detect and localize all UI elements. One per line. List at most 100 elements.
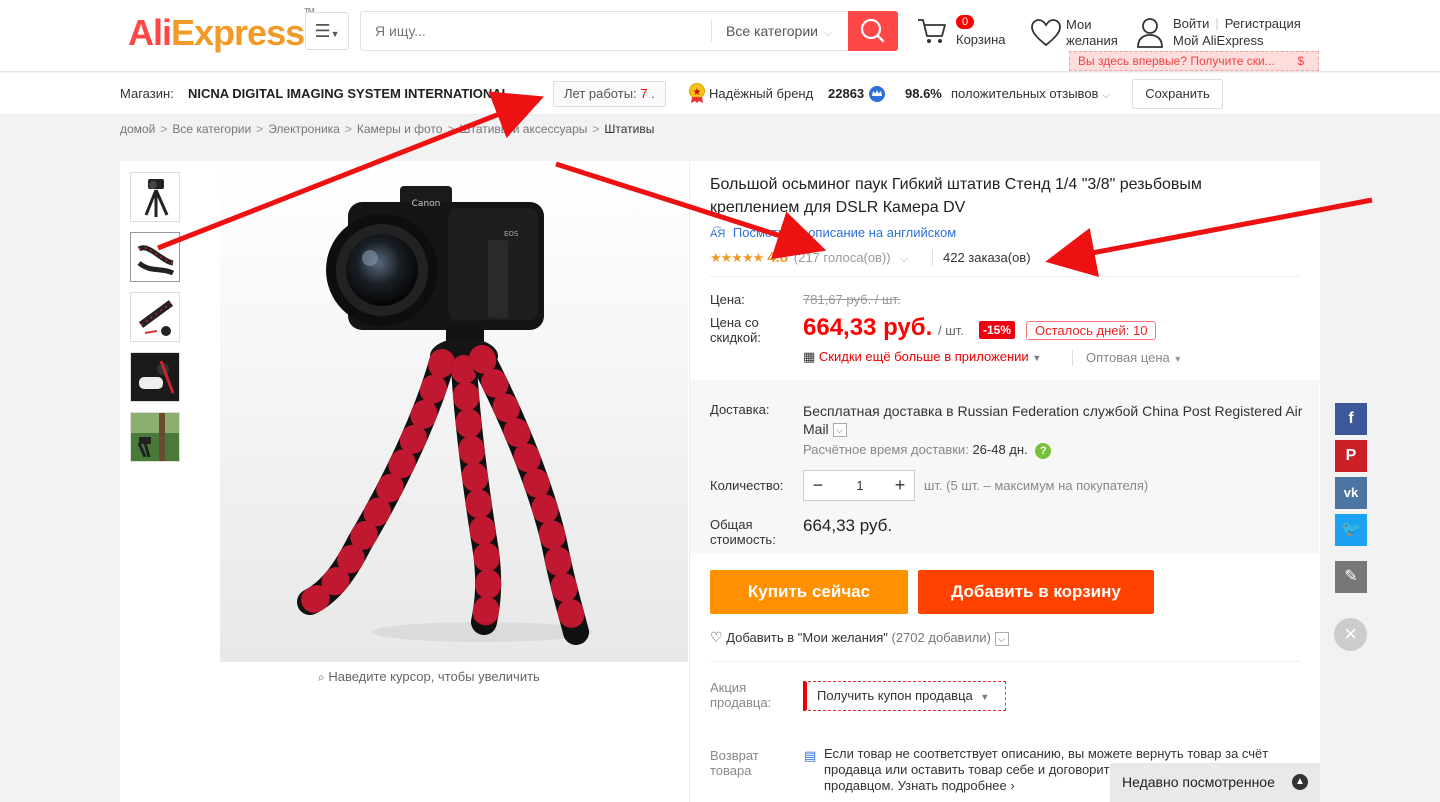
facebook-share-button[interactable]: f <box>1335 403 1367 435</box>
discount-badge: -15% <box>979 321 1016 339</box>
tripod-outdoor-thumbnail-image <box>131 413 179 461</box>
new-user-promo[interactable]: Вы здесь впервые? Получите ски... $ <box>1069 51 1319 71</box>
tripod-parts-thumbnail-image <box>138 300 174 336</box>
product-thumbnail[interactable] <box>130 352 180 402</box>
add-to-cart-button[interactable]: Добавить в корзину <box>918 570 1154 614</box>
quantity-input[interactable]: 1 <box>832 471 888 500</box>
wholesale-price-dropdown[interactable]: Оптовая цена ▼ <box>1086 350 1182 365</box>
site-header: AliExpressTM ☰▼ Все категории⌵ 0 Корзина… <box>0 0 1440 72</box>
cart-icon <box>918 19 946 43</box>
translate-icon: A͡Я <box>710 228 726 240</box>
total-price: 664,33 руб. <box>803 516 893 535</box>
delivery-time: Расчётное время доставки: 26-48 дн. ? <box>803 442 1052 459</box>
shipping-label: Доставка: <box>710 402 770 417</box>
user-icon <box>1137 18 1163 48</box>
chevron-down-icon[interactable]: ⌵ <box>994 631 1009 646</box>
recently-viewed-panel[interactable]: Недавно посмотренное ▲ <box>1110 763 1320 802</box>
save-store-button[interactable]: Сохранить <box>1132 79 1223 109</box>
facebook-icon: f <box>1348 410 1354 427</box>
orders-count: 422 заказа(ов) <box>943 250 1031 265</box>
add-to-wishlist-link[interactable]: ♡ Добавить в "Мои желания" (2702 добавил… <box>710 629 1009 646</box>
product-thumbnail[interactable] <box>130 232 180 282</box>
heart-plus-icon: ♡ <box>710 629 723 645</box>
positive-feedback-percent: 98.6% <box>905 86 942 101</box>
breadcrumb-item[interactable]: Все категории <box>172 122 251 136</box>
chevron-down-icon: ⌵ <box>1102 90 1110 101</box>
caret-down-icon: ▼ <box>980 692 990 702</box>
pinterest-share-button[interactable]: P <box>1335 440 1367 472</box>
breadcrumb: домой > Все категории > Электроника > Камеры и… <box>120 122 655 136</box>
category-select[interactable]: Все категории ⌵ <box>711 20 849 42</box>
product-thumbnail[interactable] <box>130 412 180 462</box>
total-label: Общая стоимость: <box>710 517 776 547</box>
heart-icon <box>1031 19 1061 47</box>
twitter-share-button[interactable]: 🐦 <box>1335 514 1367 546</box>
help-icon[interactable]: ? <box>1035 443 1052 459</box>
store-label: Магазин: <box>120 86 174 101</box>
discount-price: 664,33 руб. <box>803 314 933 341</box>
votes-count: (217 голоса(ов)) <box>793 250 891 265</box>
decrease-quantity-button[interactable]: − <box>804 471 832 500</box>
close-share-panel-button[interactable]: × <box>1334 618 1367 651</box>
view-english-description-link[interactable]: A͡Я Посмотреть описание на английском <box>710 225 956 240</box>
returns-label: Возврат товара <box>710 748 759 778</box>
trusted-brand-icon: ★ <box>689 83 705 103</box>
price-label: Цена: <box>710 292 745 307</box>
account-area: Войти | Регистрация Мой AliExpress <box>1136 14 1336 54</box>
learn-more-link[interactable]: Узнать подробнее <box>898 778 1007 793</box>
hamburger-icon: ☰ <box>314 21 331 41</box>
cart-link[interactable]: 0 Корзина <box>916 12 1016 52</box>
pencil-icon: ✎ <box>1344 568 1358 585</box>
search-input[interactable] <box>361 12 711 50</box>
zoom-hint: ⌕ Наведите курсор, чтобы увеличить <box>318 669 540 684</box>
chevron-right-icon: › <box>1010 778 1015 793</box>
login-link[interactable]: Войти <box>1173 16 1209 31</box>
quantity-stepper: − 1 + <box>803 470 915 501</box>
edit-feedback-button[interactable]: ✎ <box>1335 561 1367 593</box>
twitter-icon: 🐦 <box>1341 521 1361 538</box>
caret-down-icon: ▼ <box>1032 353 1042 363</box>
vk-share-button[interactable]: vk <box>1335 477 1367 509</box>
search-icon <box>860 18 885 43</box>
breadcrumb-item[interactable]: домой <box>120 122 155 136</box>
tripod-thumbnail-image <box>144 179 169 217</box>
original-price: 781,67 руб. / шт. <box>803 292 901 307</box>
breadcrumb-item[interactable]: Штативы и аксессуары <box>459 122 587 136</box>
discount-price-label: Цена со скидкой: <box>710 315 761 345</box>
search-button[interactable] <box>848 11 898 51</box>
seller-coupon-dropdown[interactable]: Получить купон продавца ▼ <box>803 681 1006 711</box>
product-main-image[interactable]: Canon EOS <box>220 162 688 662</box>
increase-quantity-button[interactable]: + <box>886 471 914 500</box>
shipping-options-toggle[interactable]: ⌵ <box>832 423 847 438</box>
price-unit: / шт. <box>938 323 964 338</box>
store-name-link[interactable]: NICNA DIGITAL IMAGING SYSTEM INTERNATION… <box>188 86 524 101</box>
chevron-down-icon: ⌵ <box>823 28 832 39</box>
aliexpress-logo[interactable]: AliExpressTM <box>128 7 315 54</box>
positive-feedback-dropdown[interactable]: положительных отзывов ⌵ <box>951 86 1110 101</box>
my-aliexpress-link[interactable]: Мой AliExpress <box>1173 33 1264 48</box>
pinterest-icon: P <box>1345 447 1357 464</box>
search-bar: Все категории⌵ <box>360 11 898 51</box>
close-icon: × <box>1344 621 1357 646</box>
svg-text:★: ★ <box>693 87 702 98</box>
caret-down-icon: ▼ <box>1173 354 1183 364</box>
quantity-label: Количество: <box>710 478 784 493</box>
app-discount-dropdown[interactable]: ▦ Скидки ещё больше в приложении ▼ <box>803 349 1041 365</box>
buy-now-button[interactable]: Купить сейчас <box>710 570 908 614</box>
bent-tripod-thumbnail-image <box>137 245 175 276</box>
quantity-limit-note: шт. (5 шт. – максимум на покупателя) <box>924 478 1149 493</box>
chevron-down-icon: ⌵ <box>900 254 908 265</box>
breadcrumb-item[interactable]: Электроника <box>268 122 340 136</box>
wishlist-link[interactable]: Мои желания <box>1030 14 1130 54</box>
register-link[interactable]: Регистрация <box>1225 16 1301 31</box>
seller-promo-label: Акция продавца: <box>710 680 772 710</box>
svg-text:EOS: EOS <box>504 230 519 238</box>
shipping-method: Бесплатная доставка в Russian Federation… <box>803 403 1303 438</box>
cart-count-badge: 0 <box>956 15 975 29</box>
rating-summary[interactable]: ★★★★★ 4.8 (217 голоса(ов)) ⌵ <box>710 249 908 266</box>
feedback-score[interactable]: 22863 <box>828 86 864 101</box>
product-thumbnail[interactable] <box>130 172 180 222</box>
breadcrumb-item[interactable]: Камеры и фото <box>357 122 443 136</box>
category-menu-button[interactable]: ☰▼ <box>305 12 349 50</box>
product-thumbnail[interactable] <box>130 292 180 342</box>
